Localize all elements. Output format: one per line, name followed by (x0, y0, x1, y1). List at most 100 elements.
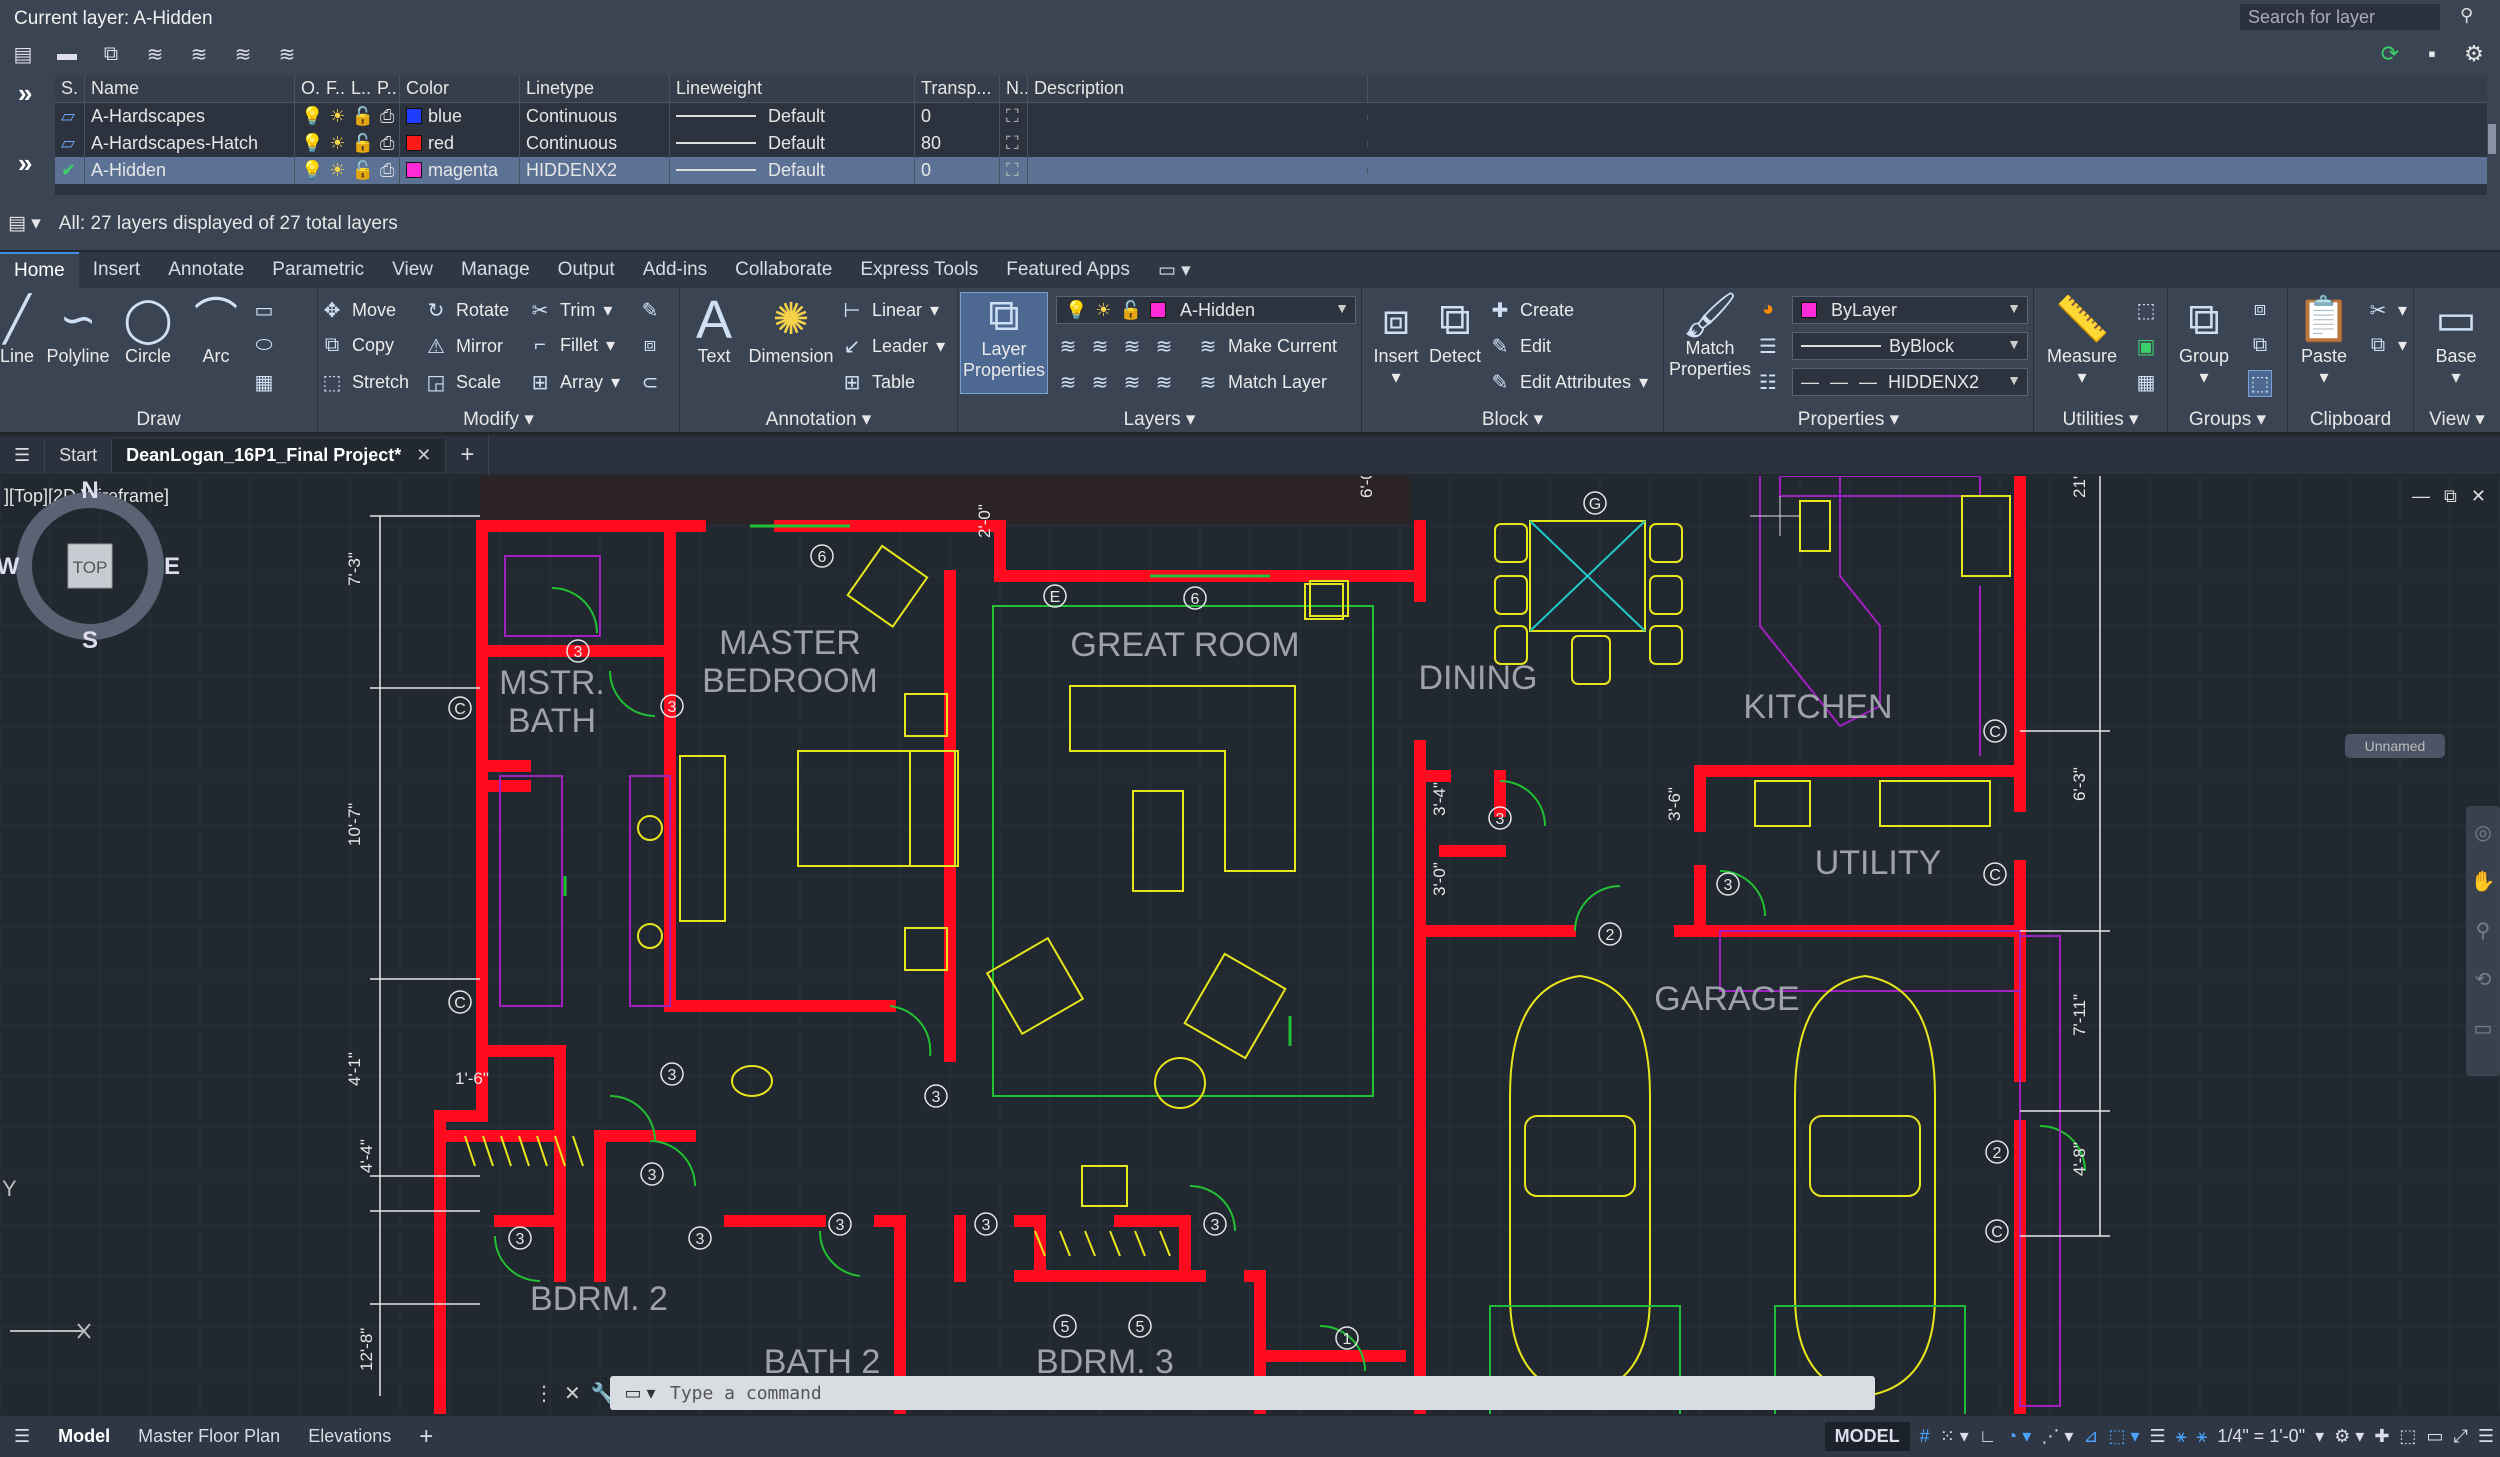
new-layer-icon[interactable]: ≋ (140, 40, 170, 68)
new-vp-freeze-icon[interactable]: ⛶ (1000, 130, 1028, 157)
view-panel-title[interactable]: View ▾ (2414, 408, 2500, 431)
layout-tab-elevations[interactable]: Elevations (294, 1420, 405, 1453)
linear-button[interactable]: ⊢ Linear ▾ (840, 298, 939, 323)
stretch-button[interactable]: ⬚ Stretch (320, 370, 409, 395)
col-linetype[interactable]: Linetype (520, 75, 670, 102)
mirror-button[interactable]: ⚠ Mirror (424, 334, 503, 359)
tab-featured-apps[interactable]: Featured Apps (992, 253, 1144, 287)
layout-menu-icon[interactable]: ☰ (0, 1420, 44, 1453)
tab-annotate[interactable]: Annotate (154, 253, 258, 287)
drawing-canvas[interactable]: 6 3 3 6 E G C C 3 3 2 3 3 3 3 3 3 3 3 5 5 1 C C 2 C MASTER BEDROOM M… (0, 476, 2500, 1414)
polyline-button[interactable]: ∽ Polyline (44, 294, 112, 367)
steering-wheel-icon[interactable]: ◎ (2474, 820, 2491, 845)
tab-output[interactable]: Output (544, 253, 629, 287)
snap-icon[interactable]: ⁙ ▾ (1940, 1426, 1969, 1447)
annotation-panel-title[interactable]: Annotation ▾ (680, 408, 957, 431)
close-icon[interactable]: ✕ (2471, 486, 2486, 507)
customization-menu-icon[interactable]: ☰ (2478, 1426, 2494, 1447)
col-color[interactable]: Color (400, 75, 520, 102)
lineweight-dropdown[interactable]: ByBlock ▼ (1792, 332, 2028, 360)
new-vp-freeze-icon[interactable]: ⛶ (1000, 157, 1028, 184)
lineweight-toggle-icon[interactable]: ☰ (2150, 1426, 2166, 1447)
quick-properties-icon[interactable]: ▭ (2426, 1426, 2443, 1447)
new-property-filter-icon[interactable]: ▤ (8, 40, 38, 68)
col-description[interactable]: Description (1028, 75, 1368, 102)
layer-name[interactable]: A-Hidden (85, 157, 295, 184)
close-icon[interactable]: ✕ (416, 445, 431, 465)
insert-button[interactable]: ⧈ Insert ▾ (1368, 294, 1424, 388)
grid-icon[interactable]: # (1920, 1426, 1930, 1447)
detect-button[interactable]: ⧉ Detect (1426, 294, 1484, 367)
annotation-visibility-icon[interactable]: ⚹ (2176, 1426, 2187, 1447)
measure-button[interactable]: 📏 Measure ▾ (2040, 294, 2124, 388)
layer-description[interactable] (1028, 140, 1368, 147)
layer-lineweight[interactable]: Default (670, 157, 915, 184)
quick-select-icon[interactable]: ⬚ (2134, 298, 2158, 323)
delete-layer-icon[interactable]: ≋ (228, 40, 258, 68)
object-snap-icon[interactable]: ⬚ ▾ (2109, 1426, 2140, 1447)
sun-icon[interactable]: ☀ (329, 160, 345, 181)
command-input[interactable]: Type a command (610, 1376, 1875, 1410)
object-snap-tracking-icon[interactable]: ⊿ (2083, 1426, 2098, 1447)
col-plot[interactable]: P.. (377, 78, 397, 99)
orbit-icon[interactable]: ⟲ (2475, 967, 2492, 992)
set-current-icon[interactable]: ≋ (272, 40, 302, 68)
layer-transparency[interactable]: 0 (915, 157, 1000, 184)
edit-block-button[interactable]: ✎ Edit (1488, 334, 1551, 359)
create-block-button[interactable]: ✚ Create (1488, 298, 1574, 323)
zoom-icon[interactable]: ⚲ (2476, 918, 2491, 943)
layer-linetype[interactable]: HIDDENX2 (520, 157, 670, 184)
viewcube[interactable]: TOP N S E W (0, 476, 180, 656)
model-tab[interactable]: Model (44, 1420, 124, 1453)
tab-home[interactable]: Home (0, 252, 79, 288)
col-freeze[interactable]: F.. (326, 78, 345, 99)
unlock-icon[interactable]: 🔓 (352, 160, 374, 181)
table-button[interactable]: ⊞ Table (840, 370, 915, 395)
calculator-icon[interactable]: ▦ (2134, 370, 2158, 395)
color-dropdown[interactable]: ByLayer ▼ (1792, 296, 2028, 324)
layer-dropdown[interactable]: 💡 ☀ 🔓 A-Hidden ▼ (1056, 296, 1356, 324)
layer-row[interactable]: ✔ A-Hidden 💡 ☀ 🔓 ⎙ magenta HIDDENX2 Default 0 ⛶ (55, 157, 2487, 184)
add-layout-icon[interactable]: + (405, 1417, 447, 1457)
pan-icon[interactable]: ✋ (2471, 869, 2496, 894)
collapse-icon[interactable]: » (18, 148, 32, 179)
units-icon[interactable]: ⬚ (2399, 1426, 2416, 1447)
block-panel-title[interactable]: Block ▾ (1362, 408, 1663, 431)
copy-clip-icon[interactable]: ⧉ ▾ (2366, 334, 2407, 357)
layer-color[interactable]: magenta (400, 157, 520, 184)
text-button[interactable]: A Text (684, 293, 744, 367)
layer-unisolate-icon[interactable]: ≋ (1088, 370, 1112, 395)
tab-parametric[interactable]: Parametric (258, 253, 378, 287)
hatch-button[interactable]: ⬭ (252, 334, 276, 357)
polar-icon[interactable]: ◔ ▾ (2006, 1426, 2031, 1447)
auto-scale-icon[interactable]: ⚹ (2197, 1426, 2208, 1447)
unlock-icon[interactable]: 🔓 (352, 106, 374, 127)
restore-icon[interactable]: ⧉ (2444, 486, 2457, 507)
gear-icon[interactable]: ⚙ (2460, 40, 2488, 68)
new-group-filter-icon[interactable]: ▬ (52, 40, 82, 68)
dimension-button[interactable]: ✺ Dimension (746, 294, 836, 367)
ungroup-icon[interactable]: ⧈ (2248, 298, 2272, 321)
printer-icon[interactable]: ⎙ (380, 106, 394, 127)
tab-manage[interactable]: Manage (447, 253, 544, 287)
ucs-menu[interactable]: Unnamed (2345, 734, 2445, 758)
modify-panel-title[interactable]: Modify ▾ (318, 408, 679, 431)
col-transparency[interactable]: Transp... (915, 75, 1000, 102)
layer-linetype[interactable]: Continuous (520, 130, 670, 157)
edit-attributes-button[interactable]: ✎ Edit Attributes ▾ (1488, 370, 1649, 395)
annotation-scale-dropdown-icon[interactable]: ▾ (2315, 1426, 2324, 1447)
layer-off-icon[interactable]: ≋ (1056, 334, 1080, 359)
rotate-button[interactable]: ↻ Rotate (424, 298, 509, 323)
app-menu-icon[interactable]: ☰ (0, 438, 46, 472)
rectangle-button[interactable]: ▭ (252, 298, 276, 323)
viewcube-north[interactable]: N (81, 477, 98, 504)
layer-search-input[interactable]: Search for layer (2240, 4, 2440, 30)
printer-icon[interactable]: ⎙ (380, 160, 394, 181)
layer-name[interactable]: A-Hardscapes-Hatch (85, 130, 295, 157)
groups-panel-title[interactable]: Groups ▾ (2168, 408, 2287, 431)
layers-panel-title[interactable]: Layers ▾ (958, 408, 1361, 431)
tab-collaborate[interactable]: Collaborate (721, 253, 846, 287)
paste-button[interactable]: 📋 Paste ▾ (2292, 294, 2356, 388)
sun-icon[interactable]: ☀ (329, 106, 345, 127)
erase-button[interactable]: ✎ (638, 298, 662, 323)
